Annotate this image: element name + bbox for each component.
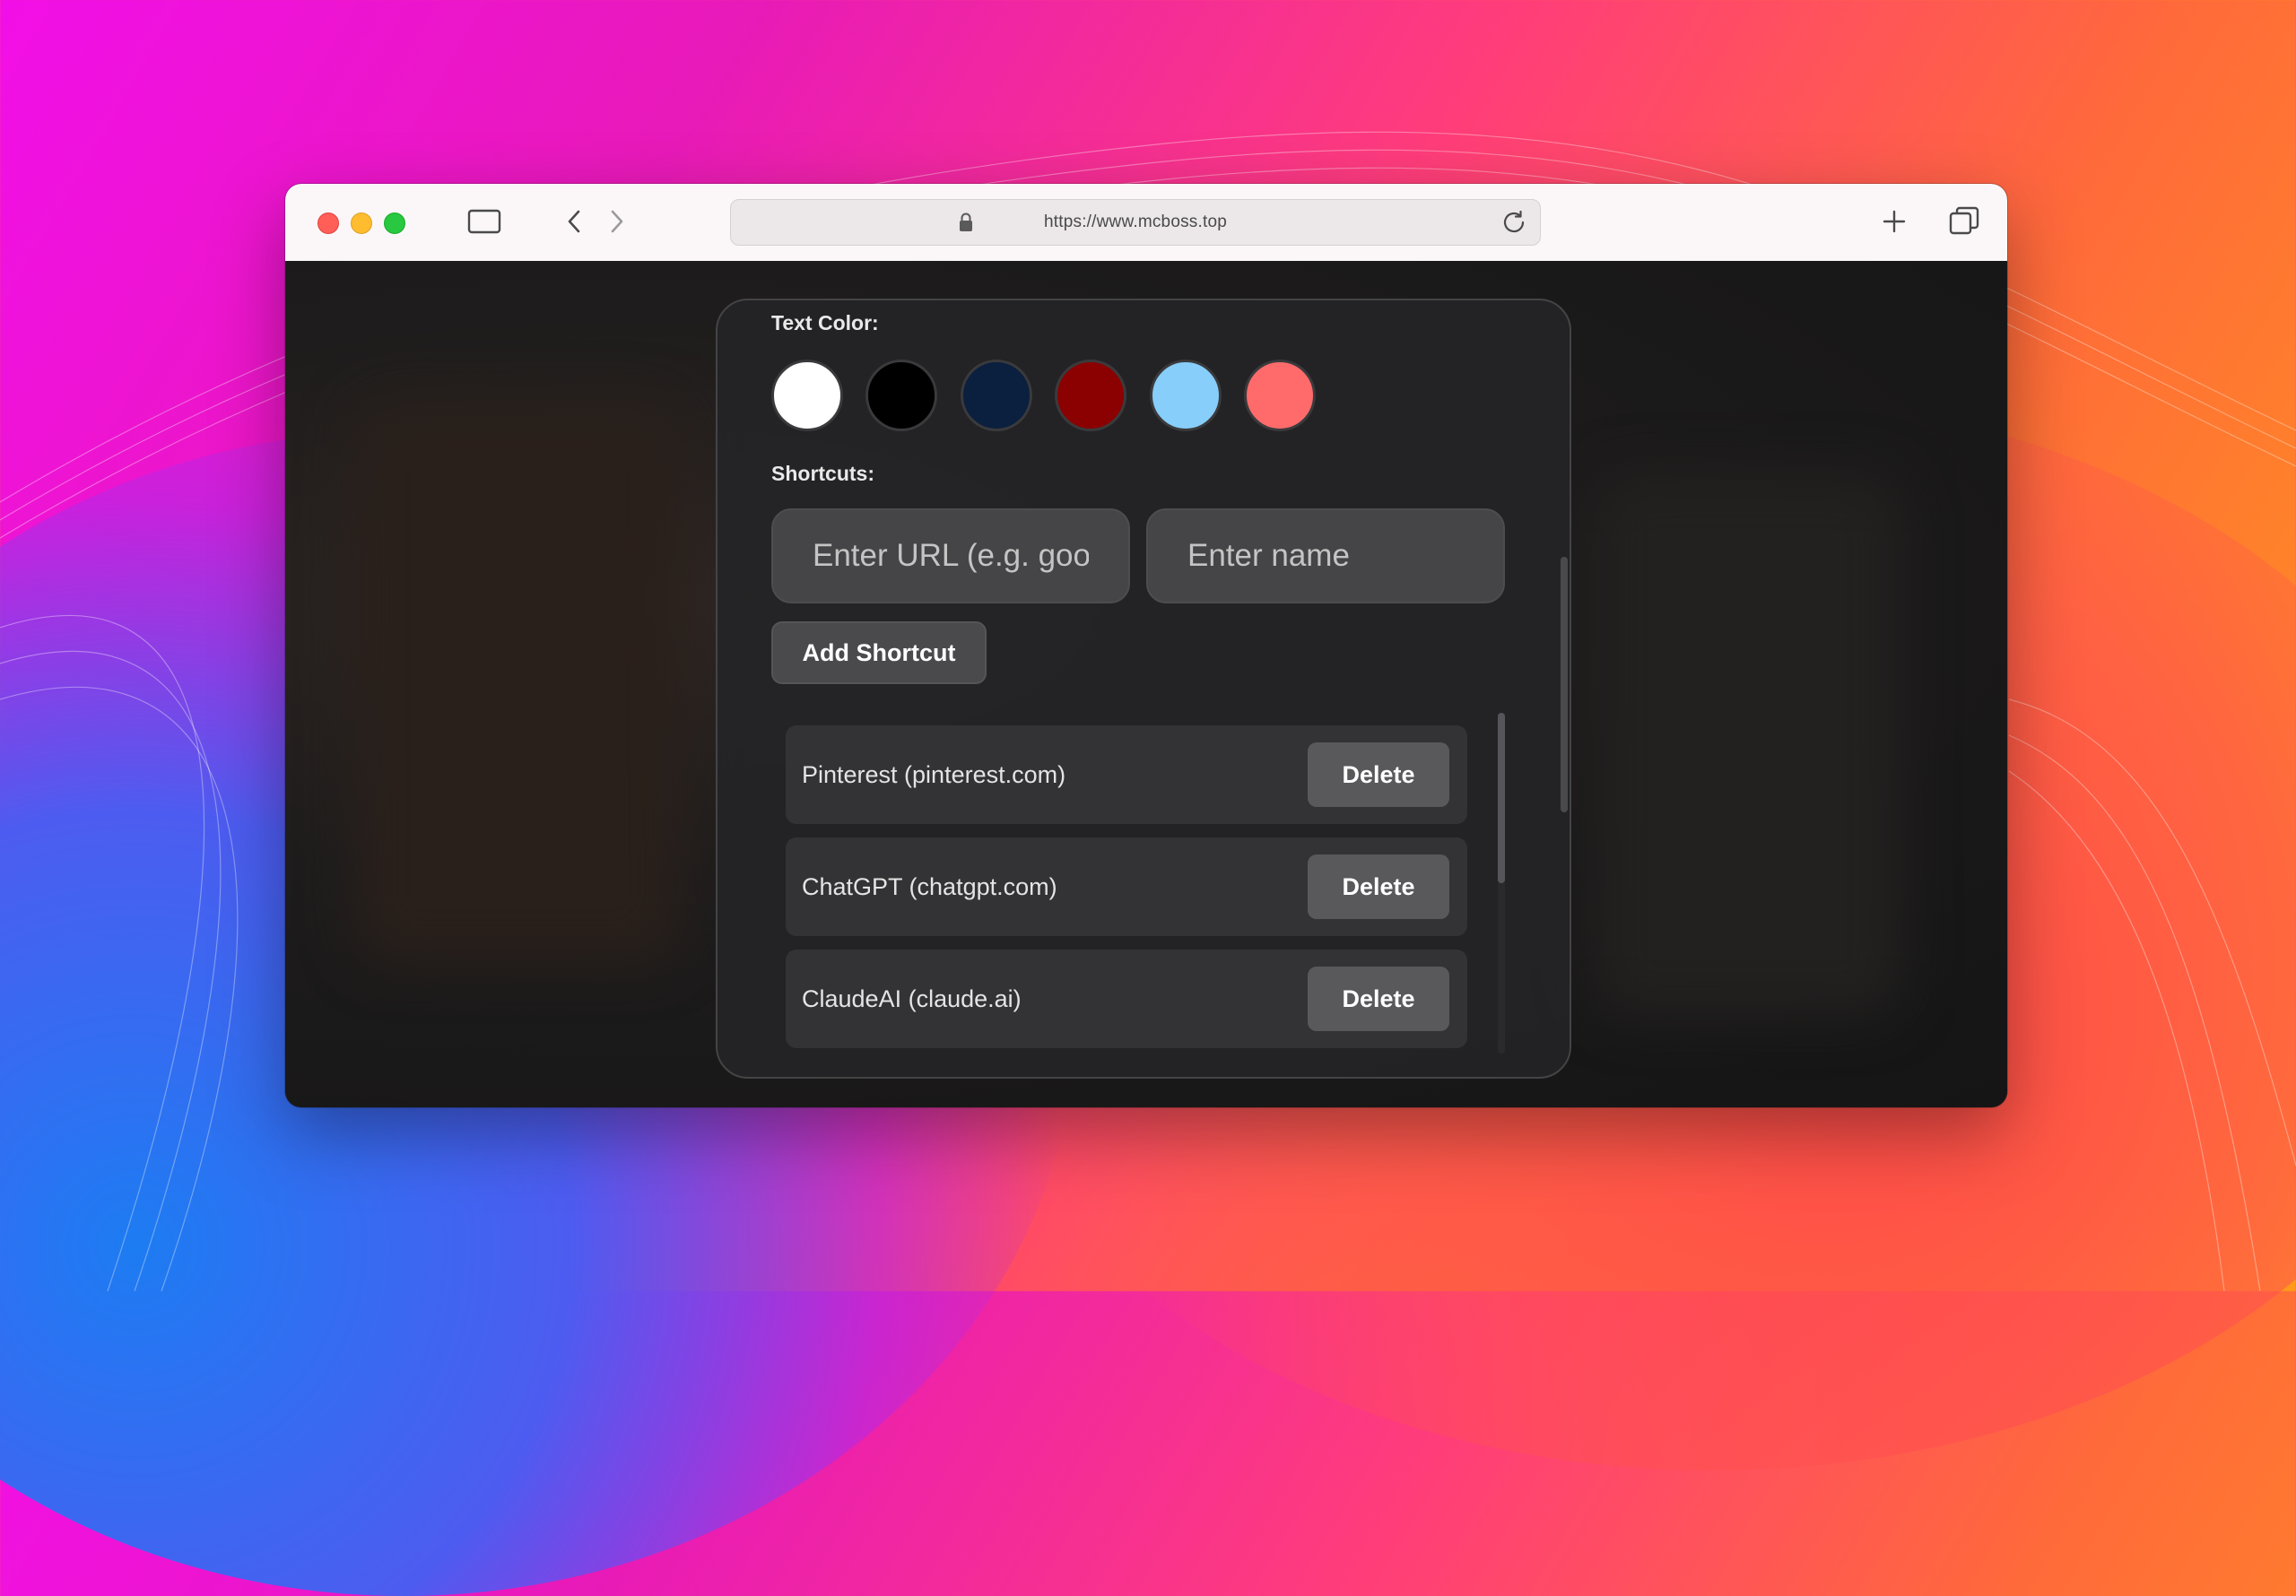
shortcut-list-scrollbar-thumb[interactable]: [1498, 713, 1505, 883]
address-bar[interactable]: https://www.mcboss.top: [730, 199, 1541, 246]
back-arrow-icon[interactable]: [558, 205, 590, 238]
delete-shortcut-button[interactable]: Delete: [1308, 854, 1449, 919]
shortcut-label: ClaudeAI (claude.ai): [802, 984, 1022, 1012]
background-blur-shape: [357, 404, 680, 960]
settings-panel: Text Color: Shortcuts: Add Shortcut Pint…: [716, 299, 1571, 1079]
shortcut-label: Pinterest (pinterest.com): [802, 760, 1066, 788]
browser-toolbar: https://www.mcboss.top: [285, 184, 2007, 262]
url-text: https://www.mcboss.top: [1044, 213, 1227, 231]
delete-shortcut-button[interactable]: Delete: [1308, 742, 1449, 807]
color-swatch-navy[interactable]: [961, 360, 1032, 431]
close-window-button[interactable]: [317, 213, 339, 234]
browser-window: https://www.mcboss.top Text Color: Short…: [285, 184, 2007, 1107]
color-swatch-white[interactable]: [771, 360, 843, 431]
shortcuts-label: Shortcuts:: [771, 462, 874, 485]
text-color-label: Text Color:: [771, 311, 879, 334]
tab-overview-icon[interactable]: [1946, 204, 1982, 239]
shortcut-name-input[interactable]: [1146, 508, 1505, 603]
page-content: Text Color: Shortcuts: Add Shortcut Pint…: [285, 261, 2007, 1107]
color-swatch-light-blue[interactable]: [1150, 360, 1222, 431]
shortcut-row: Pinterest (pinterest.com) Delete: [786, 725, 1467, 824]
shortcut-label: ChatGPT (chatgpt.com): [802, 872, 1057, 900]
shortcut-url-input[interactable]: [771, 508, 1130, 603]
color-swatch-black[interactable]: [865, 360, 937, 431]
shortcut-row: ChatGPT (chatgpt.com) Delete: [786, 837, 1467, 936]
reload-icon[interactable]: [1499, 207, 1529, 238]
new-tab-plus-icon[interactable]: [1878, 205, 1910, 238]
panel-scrollbar-thumb[interactable]: [1561, 557, 1568, 812]
color-swatch-coral[interactable]: [1244, 360, 1316, 431]
zoom-window-button[interactable]: [384, 213, 405, 234]
shortcut-row: ClaudeAI (claude.ai) Delete: [786, 950, 1467, 1048]
color-swatch-dark-red[interactable]: [1055, 360, 1126, 431]
add-shortcut-button[interactable]: Add Shortcut: [771, 621, 987, 684]
delete-shortcut-button[interactable]: Delete: [1308, 967, 1449, 1031]
sidebar-toggle-icon[interactable]: [466, 205, 502, 238]
forward-arrow-icon[interactable]: [601, 205, 633, 238]
background-blur-shape: [1595, 476, 1900, 1014]
minimize-window-button[interactable]: [351, 213, 372, 234]
